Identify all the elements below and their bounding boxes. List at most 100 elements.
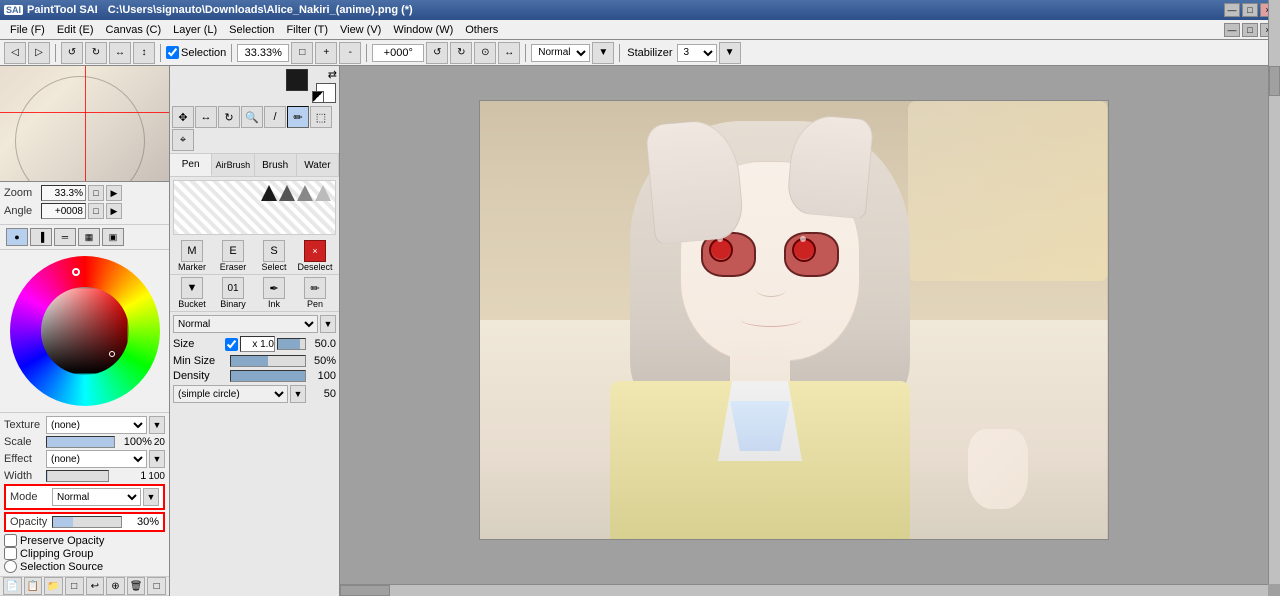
toolbar-nav-fwd[interactable]: ▷ [28,42,50,64]
preserve-opacity-checkbox[interactable] [4,534,17,547]
pen-tool[interactable]: ✏ Pen [295,277,335,309]
zoom-reset-btn[interactable]: □ [88,185,104,201]
stabilizer-combo[interactable]: 3 [677,44,717,62]
brush-mode-combo[interactable]: Normal [173,315,318,333]
menu-layer[interactable]: Layer (L) [167,22,223,38]
binary-tool[interactable]: 01 Binary [213,277,253,309]
color-square[interactable] [42,289,127,374]
color-mode-grid[interactable]: ▦ [78,228,100,246]
preset-dark[interactable] [261,185,277,201]
color-mode-h[interactable]: ═ [54,228,76,246]
effect-combo[interactable]: (none) [46,450,147,468]
color-mode-rgb[interactable]: ● [6,228,28,246]
size-checkbox[interactable] [225,338,238,351]
opacity-slider[interactable] [52,516,122,528]
mode-combo[interactable]: Normal [531,44,590,62]
marker-tool[interactable]: M Marker [172,240,212,272]
bucket-tool[interactable]: ▼ Bucket [172,277,212,309]
canvas-vscrollbar[interactable] [1268,66,1280,584]
toolbar-nav-back[interactable]: ◁ [4,42,26,64]
size-x-input[interactable] [240,336,275,352]
menu-view[interactable]: View (V) [334,22,387,38]
angle-input[interactable] [372,44,424,62]
mode-btn[interactable]: ▼ [592,42,614,64]
stabilizer-btn[interactable]: ▼ [719,42,741,64]
selection-checkbox[interactable] [166,46,179,59]
mode-select[interactable]: Normal [52,488,141,506]
color-wheel[interactable] [10,256,160,406]
preset-mid[interactable] [297,185,313,201]
brush-tab-brush[interactable]: Brush [255,154,297,176]
menu-canvas[interactable]: Canvas (C) [100,22,168,38]
selection-source-radio[interactable] [4,560,17,573]
layer-delete-btn[interactable]: 🗑 [127,577,146,595]
zoom-out[interactable]: - [339,42,361,64]
mode-btn[interactable]: ▼ [143,488,159,506]
effect-btn[interactable]: ▼ [149,450,165,468]
ink-tool[interactable]: ✒ Ink [254,277,294,309]
minimize-button[interactable]: — [1224,3,1240,17]
texture-combo[interactable]: (none) [46,416,147,434]
menubar-minimize[interactable]: — [1224,23,1240,37]
toolbar-flip-v[interactable]: ↕ [133,42,155,64]
angle-reset-btn[interactable]: □ [88,203,104,219]
zoom-in[interactable]: + [315,42,337,64]
texture-btn[interactable]: ▼ [149,416,165,434]
canvas-vscroll-thumb[interactable] [1269,66,1280,96]
brush-tab-water[interactable]: Water [297,154,339,176]
zoom-fit-btn[interactable]: ▶ [106,185,122,201]
menubar-maximize[interactable]: □ [1242,23,1258,37]
layer-square-btn[interactable]: □ [147,577,166,595]
tool-rotate[interactable]: ↻ [218,106,240,128]
shape-combo[interactable]: (simple circle) [173,385,288,403]
fg-color-swatch[interactable] [286,69,308,91]
layer-mask-btn[interactable]: □ [65,577,84,595]
angle-flip[interactable]: ↔ [498,42,520,64]
brush-tab-airbrush[interactable]: AirBrush [212,154,254,176]
layer-new-copy-btn[interactable]: 📋 [24,577,43,595]
size-slider[interactable] [277,338,306,350]
tool-transform[interactable]: ✥ [172,106,194,128]
menu-others[interactable]: Others [459,22,504,38]
zoom-fit[interactable]: □ [291,42,313,64]
color-mode-hsv[interactable]: ▐ [30,228,52,246]
select-tool[interactable]: S Select [254,240,294,272]
tool-select-lasso[interactable]: ⌖ [172,129,194,151]
menu-edit[interactable]: Edit (E) [51,22,100,38]
angle-ccw[interactable]: ↺ [426,42,448,64]
canvas-hscroll-thumb[interactable] [340,585,390,596]
zoom-input[interactable] [237,44,289,62]
layer-clipping-btn[interactable]: ↩ [86,577,105,595]
color-swap-btn[interactable]: ⇄ [328,68,337,81]
menu-file[interactable]: File (F) [4,22,51,38]
menu-filter[interactable]: Filter (T) [280,22,334,38]
color-reset-btn[interactable] [312,91,324,103]
layer-folder-btn[interactable]: 📁 [44,577,63,595]
preset-light[interactable] [315,185,331,201]
angle-flip-btn[interactable]: ▶ [106,203,122,219]
clipping-group-checkbox[interactable] [4,547,17,560]
preset-mid-dark[interactable] [279,185,295,201]
brush-tab-pen[interactable]: Pen [170,154,212,176]
min-size-slider[interactable] [230,355,306,367]
scale-slider[interactable] [46,436,115,448]
angle-reset[interactable]: ⊙ [474,42,496,64]
menu-window[interactable]: Window (W) [387,22,459,38]
color-mode-palette[interactable]: ▣ [102,228,124,246]
tool-eyedrop[interactable]: / [264,106,286,128]
angle-value-input[interactable] [41,203,86,219]
zoom-value-input[interactable] [41,185,86,201]
toolbar-rotate-left[interactable]: ↺ [61,42,83,64]
toolbar-rotate-right[interactable]: ↻ [85,42,107,64]
tool-pen[interactable]: ✏ [287,106,309,128]
deselect-tool[interactable]: × Deselect [295,240,335,272]
tool-zoom[interactable]: 🔍 [241,106,263,128]
layer-new-btn[interactable]: 📄 [3,577,22,595]
color-wheel-container[interactable] [10,256,160,406]
tool-move[interactable]: ↔ [195,106,217,128]
artwork-canvas[interactable] [479,100,1109,540]
toolbar-flip-h[interactable]: ↔ [109,42,131,64]
eraser-tool[interactable]: E Eraser [213,240,253,272]
angle-cw[interactable]: ↻ [450,42,472,64]
density-slider[interactable] [230,370,306,382]
